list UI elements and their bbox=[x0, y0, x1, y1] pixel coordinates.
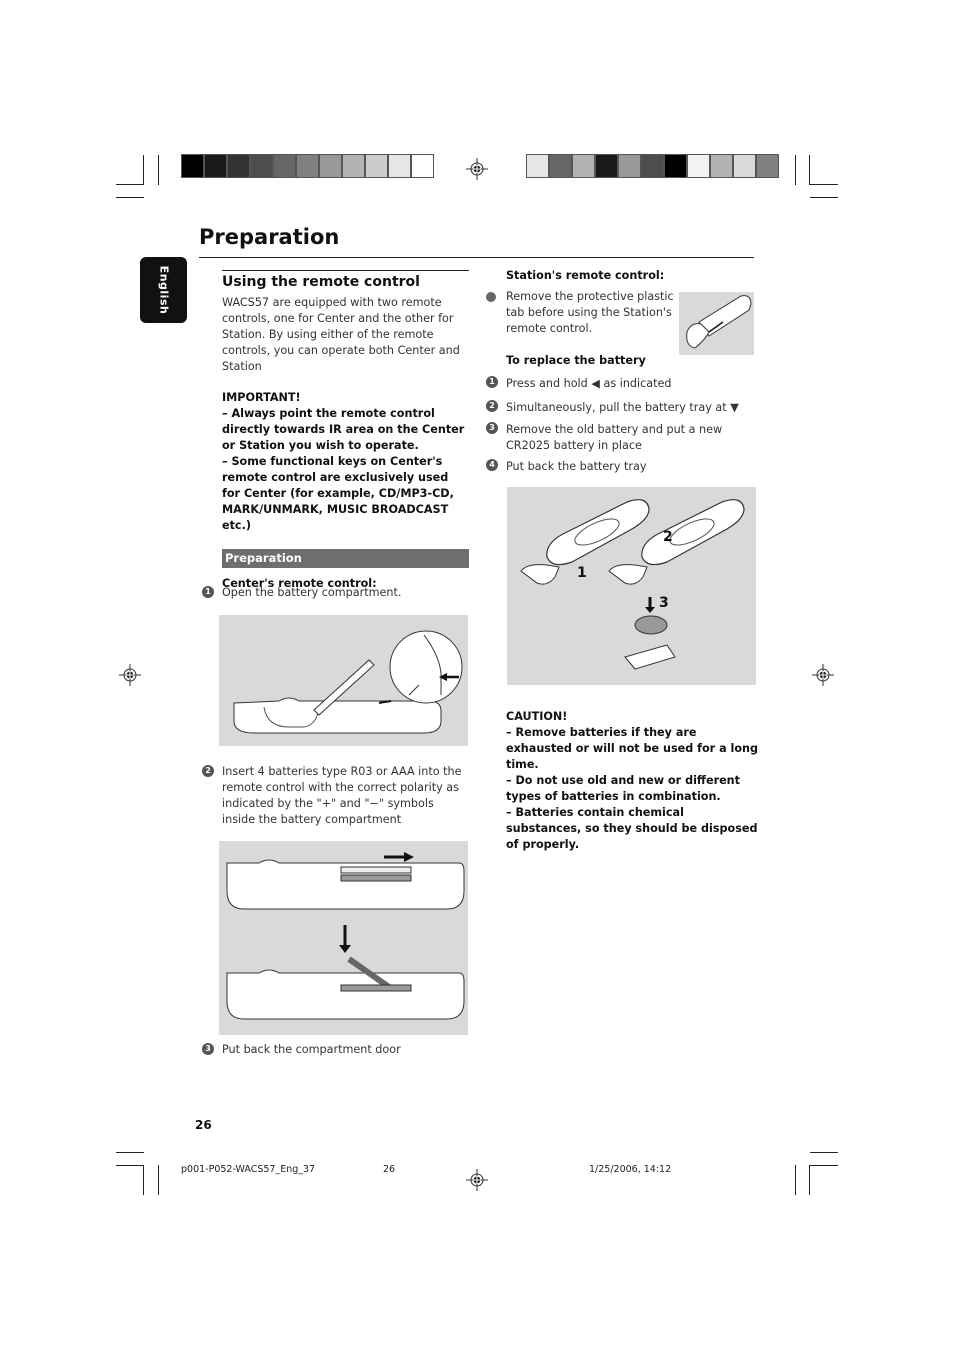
caution-block: CAUTION! – Remove batteries if they are … bbox=[506, 709, 758, 853]
registration-mark-icon bbox=[119, 664, 141, 686]
crop-mark bbox=[116, 197, 144, 198]
registration-mark-icon bbox=[466, 1169, 488, 1191]
subsection-bar: Preparation bbox=[222, 549, 469, 568]
caution-item: – Do not use old and new or different ty… bbox=[506, 774, 740, 803]
color-swatch bbox=[688, 155, 709, 177]
color-calibration-bar-right bbox=[526, 154, 779, 178]
crop-mark bbox=[143, 155, 144, 185]
color-swatch bbox=[389, 155, 410, 177]
illustration-insert-batteries bbox=[219, 841, 468, 1035]
step-number-icon: 3 bbox=[202, 1043, 214, 1055]
illustration-label: 2 bbox=[663, 529, 673, 545]
color-swatch bbox=[320, 155, 341, 177]
bullet-icon bbox=[486, 292, 496, 302]
color-swatch bbox=[619, 155, 640, 177]
footer-page: 26 bbox=[383, 1164, 396, 1175]
language-tab: English bbox=[140, 257, 187, 323]
color-swatch bbox=[665, 155, 686, 177]
footer-filename: p001-P052-WACS57_Eng_37 bbox=[181, 1164, 316, 1175]
important-heading: IMPORTANT! bbox=[222, 391, 301, 404]
illustration-label: 1 bbox=[577, 565, 587, 581]
color-swatch bbox=[297, 155, 318, 177]
illustration-plastic-tab bbox=[679, 292, 754, 355]
language-tab-label: English bbox=[157, 265, 170, 315]
step-text: Insert 4 batteries type R03 or AAA into … bbox=[222, 765, 462, 826]
batteries-drawing bbox=[226, 852, 465, 1020]
page-title: Preparation bbox=[199, 225, 340, 249]
crop-mark bbox=[810, 197, 838, 198]
color-swatch bbox=[550, 155, 571, 177]
illustration-label: 3 bbox=[659, 595, 669, 611]
section-heading: Using the remote control bbox=[222, 274, 420, 290]
step-text: Put back the battery tray bbox=[506, 460, 647, 473]
caution-item: – Remove batteries if they are exhausted… bbox=[506, 726, 759, 771]
crop-mark bbox=[810, 184, 838, 185]
illustration-open-compartment bbox=[219, 615, 468, 746]
color-swatch bbox=[228, 155, 249, 177]
registration-mark-icon bbox=[466, 158, 488, 180]
crop-mark bbox=[809, 1165, 810, 1195]
crop-mark bbox=[810, 1165, 838, 1166]
color-swatch bbox=[412, 155, 433, 177]
crop-mark bbox=[116, 184, 144, 185]
step-number-icon: 4 bbox=[486, 459, 498, 471]
color-calibration-bar-left bbox=[181, 154, 434, 178]
step-number-icon: 3 bbox=[486, 422, 498, 434]
plastic-tab-drawing bbox=[686, 295, 752, 349]
crop-mark bbox=[158, 1165, 159, 1195]
remote-open-drawing bbox=[233, 630, 463, 734]
crop-mark bbox=[795, 155, 796, 185]
cr2025-drawing bbox=[520, 499, 745, 670]
color-swatch bbox=[274, 155, 295, 177]
important-item: – Always point the remote control direct… bbox=[222, 407, 465, 452]
title-divider bbox=[199, 257, 754, 258]
color-swatch bbox=[757, 155, 778, 177]
step-text: Put back the compartment door bbox=[222, 1043, 401, 1056]
crop-mark bbox=[116, 1152, 144, 1153]
crop-mark bbox=[158, 155, 159, 185]
intro-text: WACS57 are equipped with two remote cont… bbox=[222, 296, 460, 373]
left-column: Using the remote control WACS57 are equi… bbox=[222, 270, 469, 592]
crop-mark bbox=[810, 1152, 838, 1153]
color-swatch bbox=[596, 155, 617, 177]
important-item: – Some functional keys on Center's remot… bbox=[222, 455, 454, 532]
step-number-icon: 2 bbox=[486, 400, 498, 412]
crop-mark bbox=[809, 155, 810, 185]
crop-mark bbox=[795, 1165, 796, 1195]
color-swatch bbox=[711, 155, 732, 177]
step-number-icon: 2 bbox=[202, 765, 214, 777]
crop-mark bbox=[143, 1165, 144, 1195]
replace-battery-heading: To replace the battery bbox=[506, 354, 646, 367]
step-text: Simultaneously, pull the battery tray at… bbox=[506, 401, 739, 414]
step-text: Press and hold ◀ as indicated bbox=[506, 377, 672, 390]
section-rule bbox=[222, 270, 469, 271]
color-swatch bbox=[734, 155, 755, 177]
color-swatch bbox=[251, 155, 272, 177]
crop-mark bbox=[116, 1165, 144, 1166]
footer-date: 1/25/2006, 14:12 bbox=[589, 1164, 672, 1175]
color-swatch bbox=[573, 155, 594, 177]
color-swatch bbox=[205, 155, 226, 177]
caution-heading: CAUTION! bbox=[506, 710, 568, 723]
color-swatch bbox=[182, 155, 203, 177]
station-remote-heading: Station's remote control: bbox=[506, 269, 665, 282]
step-text: Open the battery compartment. bbox=[222, 586, 402, 599]
color-swatch bbox=[343, 155, 364, 177]
page-number: 26 bbox=[195, 1118, 212, 1132]
color-swatch bbox=[366, 155, 387, 177]
step-text: Remove the old battery and put a new CR2… bbox=[506, 423, 723, 452]
color-swatch bbox=[642, 155, 663, 177]
color-swatch bbox=[527, 155, 548, 177]
registration-mark-icon bbox=[812, 664, 834, 686]
step-number-icon: 1 bbox=[202, 586, 214, 598]
caution-item: – Batteries contain chemical substances,… bbox=[506, 806, 758, 851]
illustration-replace-cr2025: 1 2 3 bbox=[507, 487, 756, 685]
step-number-icon: 1 bbox=[486, 376, 498, 388]
station-bullet-text: Remove the protective plastic tab before… bbox=[506, 290, 674, 335]
